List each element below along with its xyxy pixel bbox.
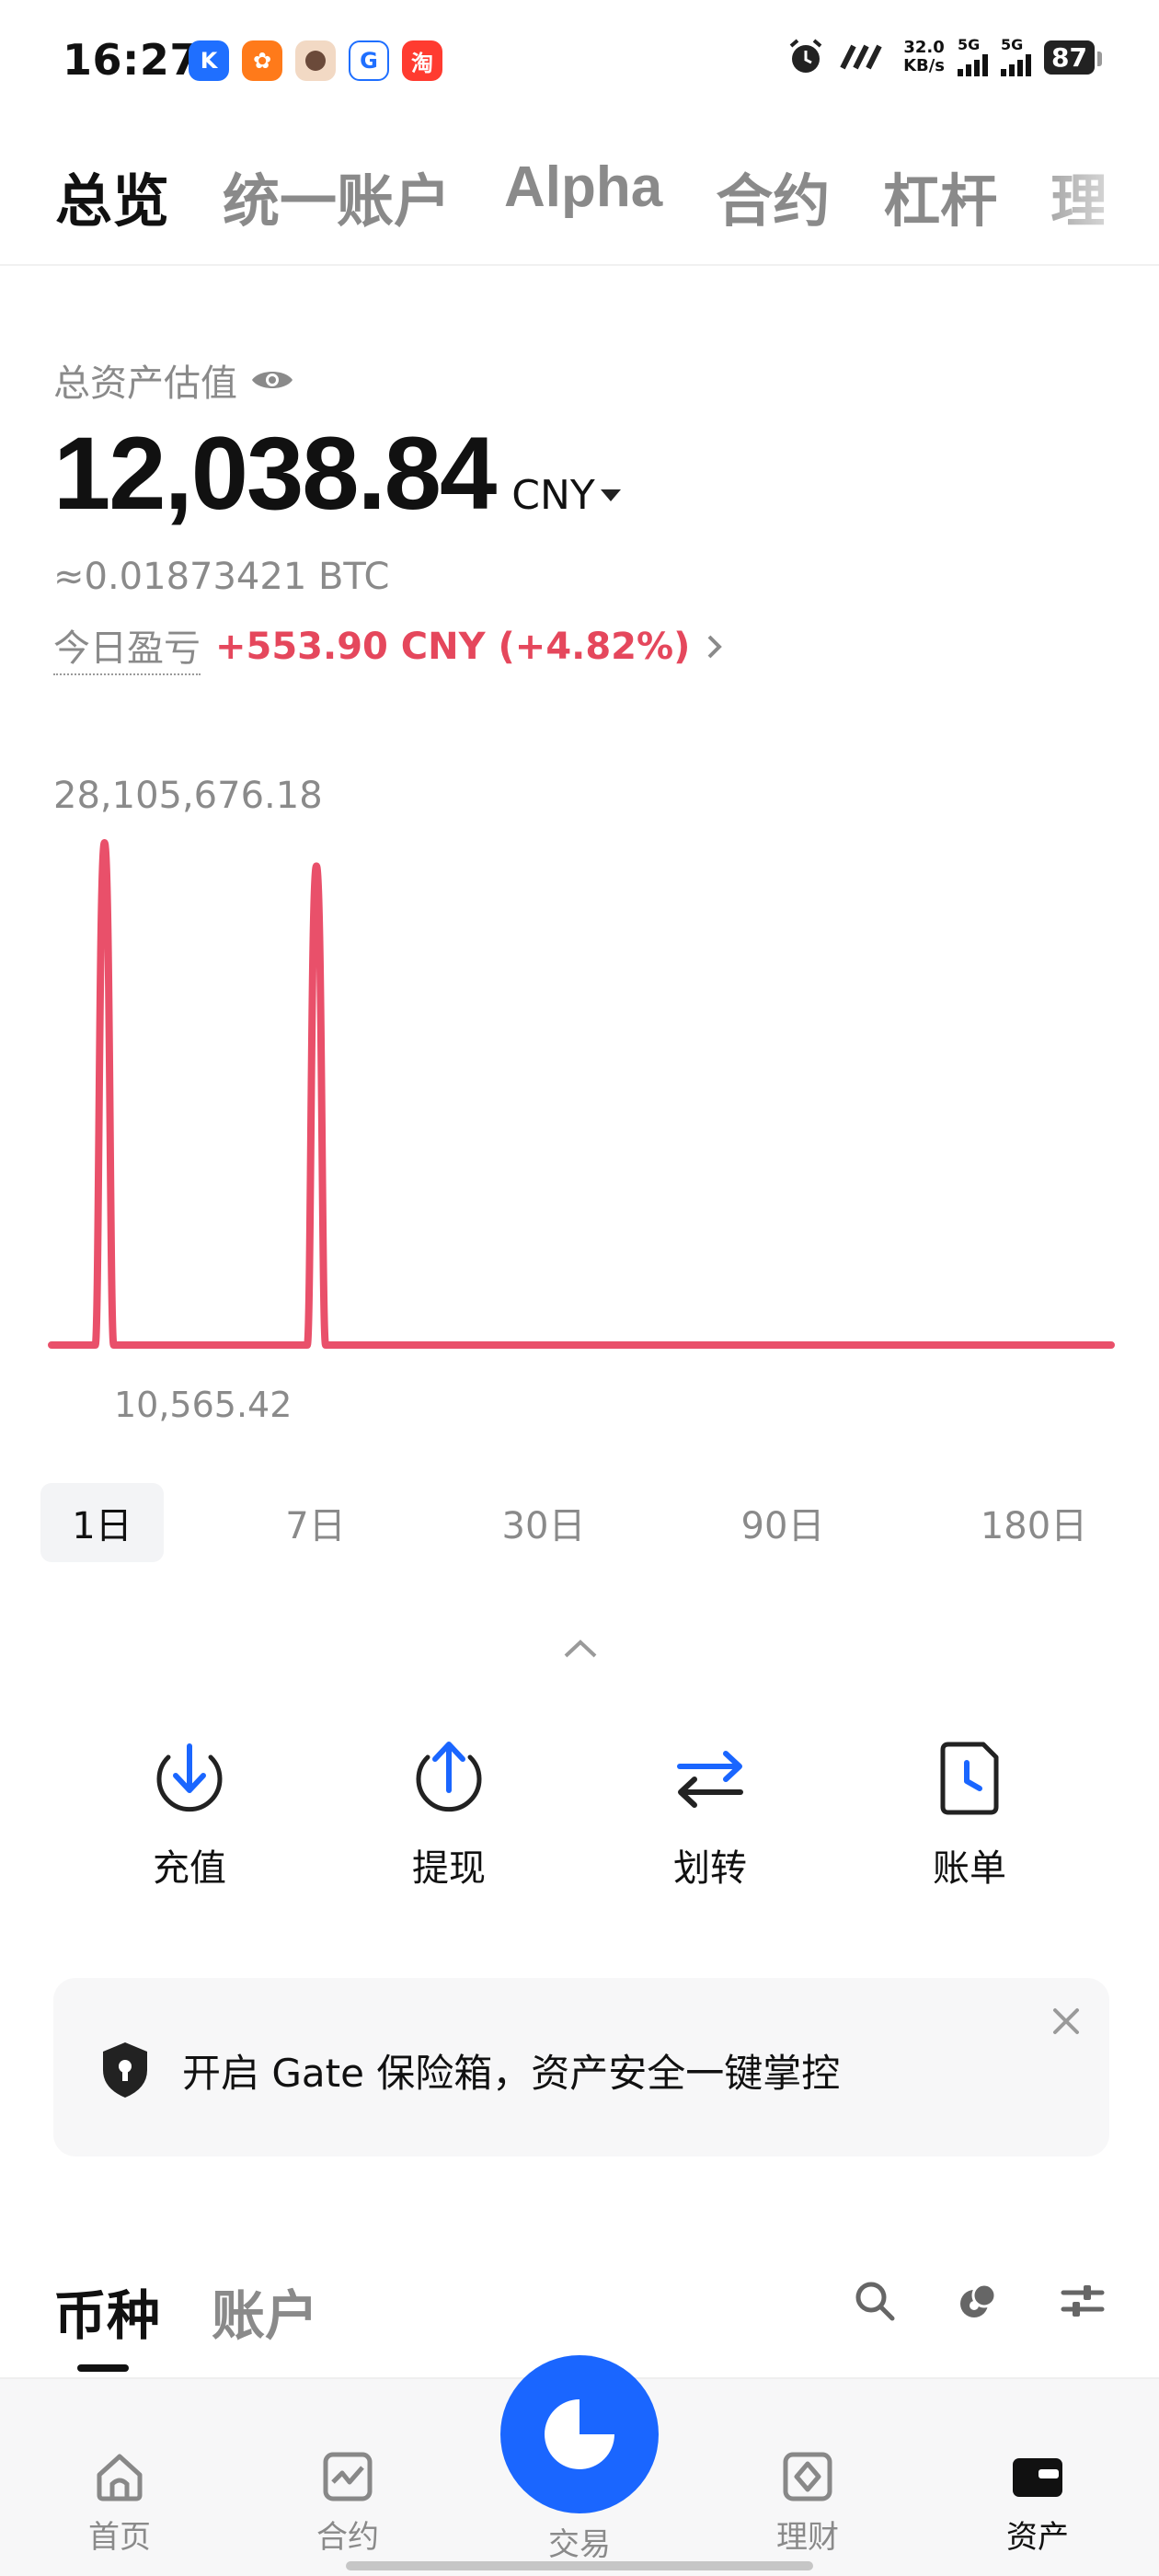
range-selector: 1日 7日 30日 90日 180日 [40, 1483, 1126, 1562]
trade-icon [545, 2399, 614, 2469]
ant-icon: ✿ [242, 40, 282, 81]
banner-text: 开启 Gate 保险箱，资产安全一键掌控 [182, 2051, 841, 2096]
nav-assets[interactable]: 资产 [964, 2449, 1111, 2557]
bill-button[interactable]: 账单 [878, 1739, 1061, 1892]
tab-overview[interactable]: 总览 [55, 155, 169, 237]
futures-icon [323, 2452, 373, 2501]
shield-lock-icon [103, 2042, 147, 2098]
gate-app-icon: G [349, 40, 389, 81]
range-30d[interactable]: 30日 [482, 1483, 605, 1562]
status-time: 16:27 [63, 35, 200, 85]
currency-selector[interactable]: CNY [511, 472, 621, 519]
divider [0, 264, 1159, 266]
taobao-icon: 淘 [402, 40, 442, 81]
eye-icon[interactable] [250, 365, 294, 395]
range-1d[interactable]: 1日 [40, 1483, 164, 1562]
bill-icon [940, 1742, 999, 1815]
search-icon[interactable] [854, 2280, 896, 2322]
tab-accounts[interactable]: 账户 [212, 2272, 318, 2350]
avatar-icon [295, 40, 336, 81]
asset-section-tabs: 币种 账户 [53, 2272, 318, 2350]
nav-home[interactable]: 首页 [46, 2449, 193, 2557]
tab-alpha[interactable]: Alpha [504, 155, 662, 237]
collapse-chevron-icon[interactable] [563, 1638, 598, 1660]
earn-icon [783, 2452, 832, 2501]
transfer-button[interactable]: 划转 [618, 1739, 802, 1892]
chevron-right-icon[interactable] [705, 631, 725, 662]
tab-margin[interactable]: 杠杆 [883, 155, 997, 237]
asset-chart [48, 839, 1115, 1349]
tab-unified-account[interactable]: 统一账户 [223, 155, 451, 237]
alarm-icon [789, 39, 822, 73]
pnl-label[interactable]: 今日盈亏 [53, 618, 201, 675]
pnl-value: +553.90 CNY (+4.82%) [215, 626, 691, 668]
nav-earn[interactable]: 理财 [734, 2449, 881, 2557]
total-balance: 12,038.84 [53, 416, 497, 531]
close-icon[interactable] [1050, 2006, 1082, 2037]
deposit-icon [156, 1743, 223, 1812]
signal-2: 5G [1001, 38, 1032, 76]
section-tools [854, 2280, 1106, 2322]
kuai-icon: K [189, 40, 229, 81]
today-pnl-row[interactable]: 今日盈亏 +553.90 CNY (+4.82%) [53, 618, 725, 675]
tab-futures[interactable]: 合约 [716, 155, 830, 237]
chart-series-line [48, 839, 1115, 1349]
withdraw-button[interactable]: 提现 [357, 1739, 541, 1892]
chart-max-label: 28,105,676.18 [53, 775, 323, 817]
notification-icons: K ✿ G 淘 [189, 40, 442, 81]
transfer-icon [677, 1751, 743, 1808]
battery-level: 87 [1044, 40, 1102, 75]
active-tab-indicator [77, 2364, 129, 2372]
range-7d[interactable]: 7日 [254, 1483, 377, 1562]
network-icon [840, 44, 882, 70]
status-bar: 16:27 K ✿ G 淘 32.0 KB/s 5G 5G 87 [0, 0, 1159, 129]
home-indicator[interactable] [346, 2561, 813, 2570]
nav-futures[interactable]: 合约 [274, 2449, 421, 2557]
filter-sliders-icon[interactable] [1060, 2280, 1106, 2322]
deposit-button[interactable]: 充值 [98, 1739, 281, 1892]
withdraw-icon [416, 1742, 482, 1812]
network-speed: 32.0 KB/s [903, 38, 946, 75]
total-assets-label: 总资产估值 [53, 353, 294, 407]
caret-down-icon [600, 489, 621, 501]
home-icon [97, 2454, 143, 2501]
tab-fade [1012, 138, 1159, 239]
trade-label: 交易 [548, 2526, 611, 2563]
coins-icon[interactable] [957, 2280, 999, 2322]
top-tabs: 总览 统一账户 Alpha 合约 杠杆 理 [55, 155, 1104, 237]
signal-1: 5G [958, 38, 989, 76]
btc-equivalent: ≈0.01873421 BTC [53, 556, 390, 598]
chart-min-label: 10,565.42 [114, 1385, 293, 1425]
range-180d[interactable]: 180日 [960, 1483, 1107, 1562]
trade-button[interactable] [500, 2355, 659, 2513]
balance-row: 12,038.84 CNY [53, 414, 621, 533]
range-90d[interactable]: 90日 [721, 1483, 844, 1562]
tab-coins[interactable]: 币种 [53, 2272, 160, 2350]
wallet-icon [1013, 2458, 1062, 2497]
vault-banner[interactable]: 开启 Gate 保险箱，资产安全一键掌控 [53, 1978, 1109, 2156]
